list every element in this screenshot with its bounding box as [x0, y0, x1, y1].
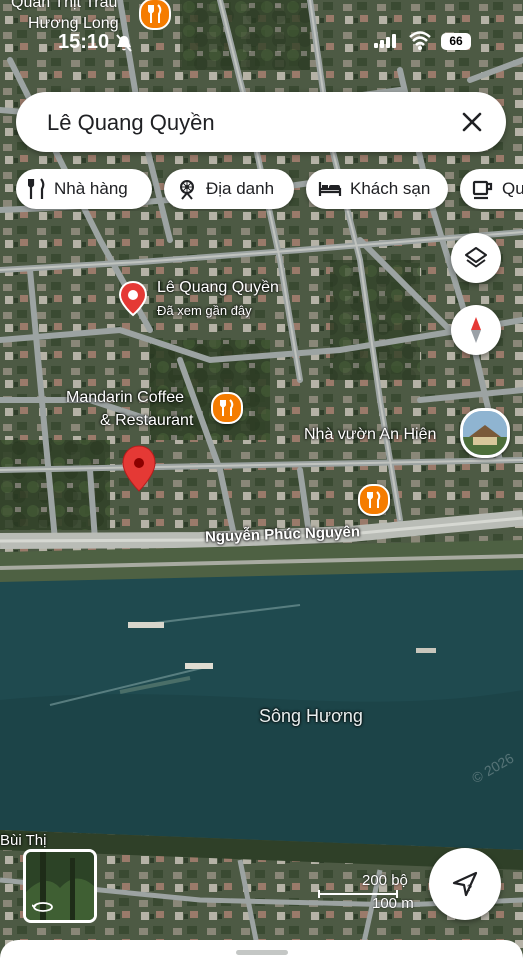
- scale-imperial: 200 bộ: [362, 872, 408, 889]
- south-place-label: Bùi Thị: [0, 832, 47, 849]
- search-bar[interactable]: Lê Quang Quyền: [16, 92, 506, 152]
- dropped-pin[interactable]: [121, 445, 157, 493]
- chip-label: Địa danh: [206, 179, 275, 198]
- mandarin-label-line2[interactable]: & Restaurant: [100, 412, 193, 430]
- chip-restaurants[interactable]: Nhà hàng: [16, 169, 152, 209]
- mandarin-label-line1[interactable]: Mandarin Coffee: [66, 389, 184, 407]
- fork-knife-icon: [367, 491, 381, 508]
- svg-text:?: ?: [467, 883, 472, 893]
- clock: 15:10: [58, 31, 110, 53]
- sheet-drag-handle[interactable]: [236, 950, 288, 955]
- chip-label: Quán cà phê: [502, 179, 523, 198]
- restaurant-icon: [28, 178, 45, 199]
- street-view-thumbnail[interactable]: [23, 849, 97, 923]
- river-label: Sông Hương: [259, 706, 363, 726]
- wifi-icon: [409, 31, 431, 50]
- compass-icon: [471, 317, 481, 343]
- compass-button[interactable]: [451, 305, 501, 355]
- searched-location-pin[interactable]: [118, 281, 148, 317]
- chip-label: Nhà hàng: [54, 179, 128, 198]
- fork-knife-icon: [220, 399, 234, 416]
- fork-knife-icon: [148, 4, 162, 23]
- layers-button[interactable]: [451, 233, 501, 283]
- garden-label[interactable]: Nhà vườn An Hiên: [304, 426, 436, 444]
- restaurant-marker[interactable]: [211, 392, 243, 424]
- signal-icon: [374, 34, 396, 48]
- search-query[interactable]: Lê Quang Quyền: [47, 110, 215, 136]
- battery-indicator: 66: [441, 33, 471, 50]
- coffee-icon: [472, 180, 493, 200]
- chip-hotels[interactable]: Khách sạn: [306, 169, 448, 209]
- bottom-sheet[interactable]: [0, 940, 523, 970]
- 360-icon: [32, 902, 53, 912]
- category-chips: Nhà hàng Địa danh Khách sạn Quán cà phê: [16, 169, 523, 211]
- garden-photo-marker[interactable]: [460, 408, 510, 458]
- hotel-icon: [318, 182, 342, 196]
- layers-icon: [465, 247, 487, 268]
- directions-button[interactable]: ?: [429, 848, 501, 920]
- close-icon[interactable]: [456, 106, 488, 138]
- scale-metric: 100 m: [372, 895, 414, 912]
- directions-icon: ?: [452, 871, 478, 897]
- muted-bell-icon: [116, 34, 132, 52]
- searched-place-subtitle: Đã xem gần đây: [157, 303, 252, 318]
- house-photo: [463, 411, 507, 455]
- chip-coffee[interactable]: Quán cà phê: [460, 169, 523, 209]
- chip-label: Khách sạn: [350, 179, 431, 198]
- landmark-icon: [180, 180, 194, 200]
- chip-landmarks[interactable]: Địa danh: [164, 169, 294, 209]
- searched-place-title[interactable]: Lê Quang Quyền: [157, 279, 279, 297]
- restaurant-marker[interactable]: [358, 484, 390, 516]
- restaurant-marker[interactable]: [139, 0, 171, 30]
- status-bar: Quán Thịt Trâu Hương Long 15:10 66: [0, 0, 523, 62]
- top-place-name: Quán Thịt Trâu: [11, 0, 118, 11]
